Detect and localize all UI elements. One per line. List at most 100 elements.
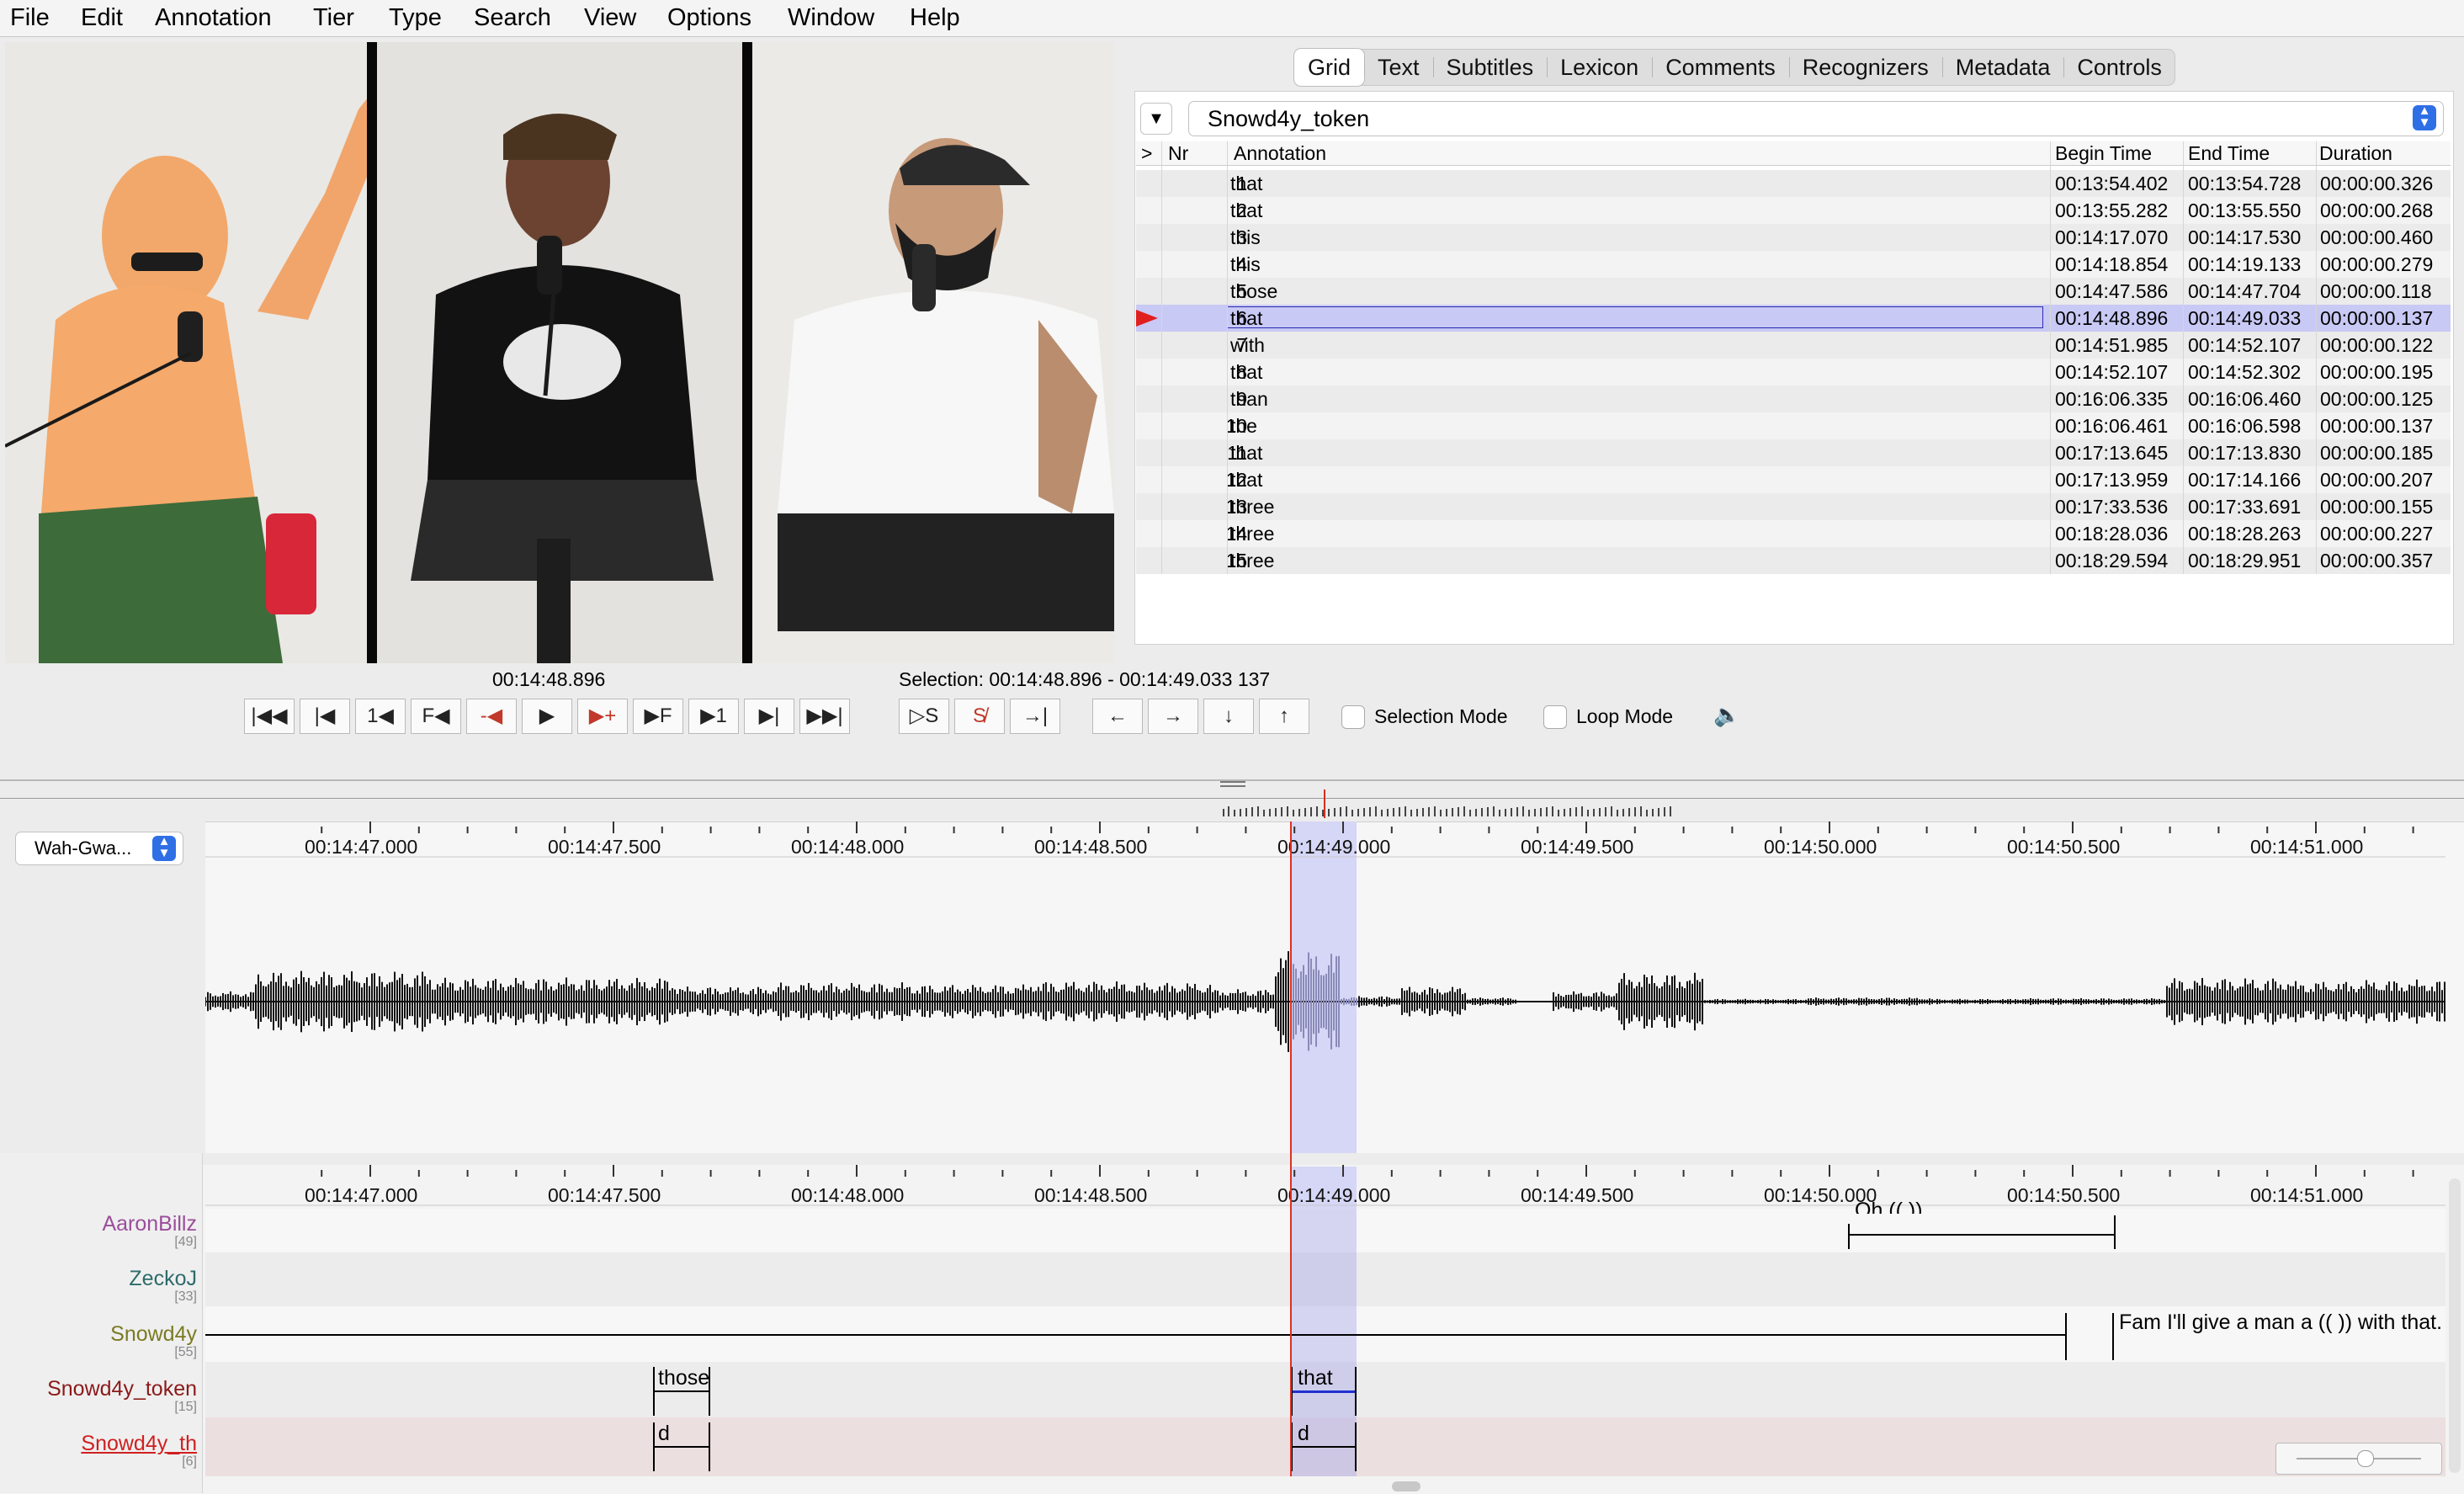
menu-tier[interactable]: Tier (313, 0, 354, 36)
zoom-slider[interactable] (2275, 1443, 2442, 1475)
zoom-slider-knob[interactable] (2357, 1450, 2374, 1467)
tier-name-label[interactable]: ZeckoJ (0, 1267, 197, 1290)
tab-comments[interactable]: Comments (1652, 49, 1789, 86)
next-frame-button[interactable]: ▶| (744, 699, 794, 734)
table-row[interactable]: 10 the 00:16:06.461 00:16:06.598 00:00:00.13… (1136, 412, 2451, 439)
tab-bar: Grid Text Subtitles Lexicon Comments Rec… (1294, 49, 2175, 86)
table-row[interactable]: 12 that 00:17:13.959 00:17:14.166 00:00:00.2… (1136, 466, 2451, 493)
person-orange-hoodie (5, 67, 401, 663)
table-row[interactable]: 4 this 00:14:18.854 00:14:19.133 00:00:00.27… (1136, 251, 2451, 278)
row-annotation: three (1230, 550, 1275, 572)
selection-mode-checkbox[interactable] (1341, 705, 1365, 729)
play-button[interactable]: ▶ (522, 699, 572, 734)
frame-back-button[interactable]: F◀ (411, 699, 461, 734)
go-to-begin-button[interactable]: |◀◀ (244, 699, 295, 734)
collapse-toggle-button[interactable]: ▼ (1140, 103, 1172, 135)
table-row[interactable]: 15 three 00:18:29.594 00:18:29.951 00:00:00.… (1136, 547, 2451, 574)
tier-name-label[interactable]: AaronBillz (0, 1212, 197, 1236)
speaker-icon[interactable]: 🔈 (1713, 703, 1740, 726)
step-back-1-icon: 1◀ (367, 704, 394, 727)
splitter-grip[interactable] (1220, 781, 1245, 787)
selection-to-crosshair-button[interactable]: →| (1010, 699, 1060, 734)
step-forward-button[interactable]: ▶1 (688, 699, 739, 734)
row-end-time: 00:16:06.460 (2188, 388, 2302, 410)
row-begin-time: 00:17:33.536 (2055, 496, 2169, 518)
tier-select[interactable]: Snowd4y_token ▲ ▼ (1188, 101, 2444, 136)
previous-boundary-button[interactable]: -◀ (466, 699, 517, 734)
frame-forward-button[interactable]: ▶F (633, 699, 683, 734)
annotation-bar (1291, 1446, 1357, 1448)
row-end-time: 00:18:29.951 (2188, 550, 2302, 572)
annotation-snowd4y[interactable]: Fam I'll give a man a (( )) with that. (2119, 1311, 2442, 1334)
table-row[interactable]: 5 those 00:14:47.586 00:14:47.704 00:00:00.1… (1136, 278, 2451, 305)
menu-help[interactable]: Help (910, 0, 960, 36)
tab-grid[interactable]: Grid (1294, 49, 1365, 86)
arrow-to-bar-icon: →| (1022, 704, 1049, 727)
next-boundary-button[interactable]: ▶+ (577, 699, 628, 734)
current-row-marker-icon (1136, 310, 1158, 327)
row-begin-time: 00:13:54.402 (2055, 173, 2169, 194)
menu-window[interactable]: Window (788, 0, 874, 36)
loop-mode-checkbox[interactable] (1543, 705, 1567, 729)
ruler-tick-label: 00:14:48.000 (791, 836, 905, 858)
header-end-time[interactable]: End Time (2188, 141, 2270, 165)
menu-file[interactable]: File (10, 0, 50, 36)
header-annotation[interactable]: Annotation (1234, 141, 1326, 165)
horizontal-scrollbar-thumb[interactable] (1392, 1481, 1421, 1491)
clear-selection-button[interactable]: S̸ (954, 699, 1005, 734)
header-begin-time[interactable]: Begin Time (2055, 141, 2152, 165)
table-row[interactable]: 1 that 00:13:54.402 00:13:54.728 00:00:00.32… (1136, 170, 2451, 197)
tier-name-label[interactable]: Snowd4y_th (0, 1432, 197, 1455)
timeline-overview[interactable] (0, 781, 2464, 821)
video-viewer[interactable] (5, 42, 1114, 663)
move-right-button[interactable]: → (1148, 699, 1198, 734)
row-duration: 00:00:00.118 (2320, 280, 2432, 302)
header-nr[interactable]: Nr (1168, 141, 1188, 165)
tier-name-label[interactable]: Snowd4y (0, 1322, 197, 1346)
annotation-token-that[interactable]: that (1298, 1366, 1333, 1390)
annotation-th-d[interactable]: d (1298, 1422, 1309, 1445)
row-end-time: 00:14:52.302 (2188, 361, 2302, 383)
menu-type[interactable]: Type (389, 0, 442, 36)
tab-controls[interactable]: Controls (2063, 49, 2175, 86)
move-down-button[interactable]: ↓ (1203, 699, 1254, 734)
previous-frame-button[interactable]: |◀ (300, 699, 350, 734)
table-row[interactable]: 13 three 00:17:33.536 00:17:33.691 00:00:00.… (1136, 493, 2451, 520)
column-divider (2183, 141, 2184, 574)
row-duration: 00:00:00.195 (2320, 361, 2434, 383)
table-row[interactable]: 8 that 00:14:52.107 00:14:52.302 00:00:00.19… (1136, 359, 2451, 385)
menu-annotation[interactable]: Annotation (155, 0, 272, 36)
table-row[interactable]: 11 that 00:17:13.645 00:17:13.830 00:00:00.1… (1136, 439, 2451, 466)
menu-view[interactable]: View (584, 0, 636, 36)
move-left-button[interactable]: ← (1092, 699, 1143, 734)
table-row[interactable]: 9 than 00:16:06.335 00:16:06.460 00:00:00.12… (1136, 385, 2451, 412)
tab-subtitles[interactable]: Subtitles (1432, 49, 1548, 86)
table-row[interactable]: 14 three 00:18:28.036 00:18:28.263 00:00:00.… (1136, 520, 2451, 547)
menu-edit[interactable]: Edit (81, 0, 123, 36)
tab-recognizers[interactable]: Recognizers (1788, 49, 1942, 86)
tab-metadata[interactable]: Metadata (1941, 49, 2064, 86)
annotation-th-d[interactable]: d (658, 1422, 670, 1445)
menu-options[interactable]: Options (667, 0, 751, 36)
menu-search[interactable]: Search (474, 0, 551, 36)
tab-text[interactable]: Text (1364, 49, 1433, 86)
move-up-button[interactable]: ↑ (1259, 699, 1309, 734)
table-row[interactable]: 2 that 00:13:55.282 00:13:55.550 00:00:00.26… (1136, 197, 2451, 224)
play-selection-button[interactable]: ▷S (899, 699, 949, 734)
crosshair-cursor[interactable] (1290, 821, 1292, 1476)
header-duration[interactable]: Duration (2319, 141, 2392, 165)
table-row[interactable]: 6 that 00:14:48.896 00:14:49.033 00:00:00.13… (1136, 305, 2451, 332)
annotation-token-those[interactable]: those (658, 1366, 709, 1390)
step-back-button[interactable]: 1◀ (355, 699, 406, 734)
table-row[interactable]: 7 with 00:14:51.985 00:14:52.107 00:00:00.12… (1136, 332, 2451, 359)
ruler-tick-label: 00:14:50.000 (1764, 836, 1877, 858)
row-begin-time: 00:17:13.959 (2055, 469, 2169, 491)
row-annotation-editor[interactable] (1227, 306, 2043, 328)
table-row[interactable]: 3 this 00:14:17.070 00:14:17.530 00:00:00.46… (1136, 224, 2451, 251)
vertical-scrollbar[interactable] (2449, 1178, 2461, 1473)
tier-name-label[interactable]: Snowd4y_token (0, 1377, 197, 1401)
media-file-select[interactable]: Wah-Gwa... ▲ ▼ (15, 832, 183, 865)
go-to-end-button[interactable]: ▶▶| (799, 699, 850, 734)
annotation-aaronbillz[interactable]: Oh (( )). (1855, 1199, 1929, 1214)
tab-lexicon[interactable]: Lexicon (1547, 49, 1652, 86)
